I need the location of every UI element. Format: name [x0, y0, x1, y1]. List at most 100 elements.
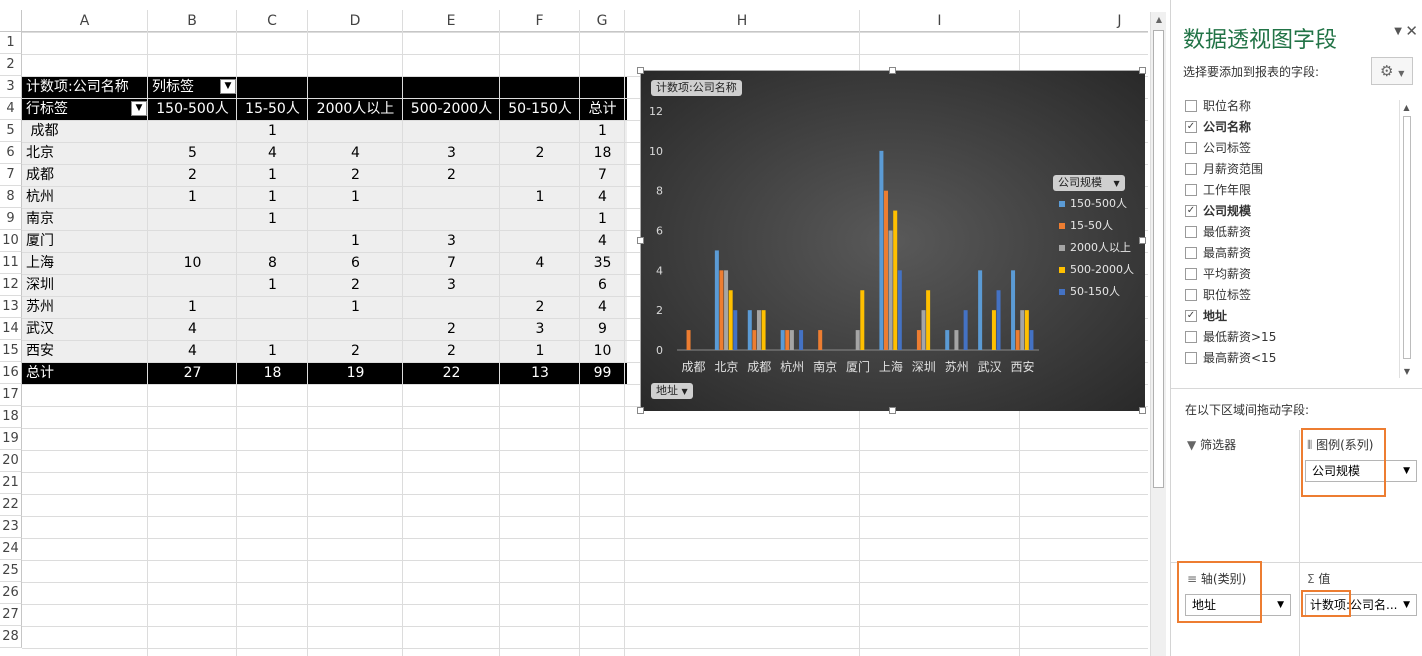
pivot-total-cell[interactable]: 22: [403, 362, 500, 384]
scroll-down-icon[interactable]: ▼: [1400, 367, 1414, 376]
column-header[interactable]: E: [403, 10, 500, 32]
row-header[interactable]: 11: [0, 252, 22, 274]
row-header[interactable]: 5: [0, 120, 22, 142]
resize-handle[interactable]: [1139, 237, 1146, 244]
field-item[interactable]: 公司标签: [1185, 138, 1251, 158]
pivot-value-cell[interactable]: 2: [308, 274, 403, 296]
pivot-value-cell[interactable]: [308, 120, 403, 142]
pivot-value-cell[interactable]: 4: [148, 318, 237, 340]
pivot-value-cell[interactable]: 1: [237, 120, 308, 142]
pivot-row-label[interactable]: 行标签: [26, 98, 68, 120]
pivot-value-cell[interactable]: 6: [308, 252, 403, 274]
pivot-value-cell[interactable]: [500, 120, 580, 142]
row-header[interactable]: 23: [0, 516, 22, 538]
pivot-total-cell[interactable]: 13: [500, 362, 580, 384]
pivot-value-cell[interactable]: [403, 296, 500, 318]
pivot-row-item[interactable]: 杭州: [26, 186, 54, 208]
field-item[interactable]: 职位标签: [1185, 285, 1251, 305]
checkbox-checked-icon[interactable]: ✓: [1185, 204, 1197, 217]
pivot-value-cell[interactable]: [403, 120, 500, 142]
pivot-row-item[interactable]: 深圳: [26, 274, 54, 296]
pivot-col-header[interactable]: 50-150人: [500, 98, 580, 120]
row-header[interactable]: 17: [0, 384, 22, 406]
pivot-value-cell[interactable]: [403, 186, 500, 208]
row-header[interactable]: 9: [0, 208, 22, 230]
row-header[interactable]: 2: [0, 54, 22, 76]
resize-handle[interactable]: [637, 237, 644, 244]
pivot-total-cell[interactable]: 19: [308, 362, 403, 384]
pivot-value-cell[interactable]: 1: [237, 274, 308, 296]
row-header[interactable]: 26: [0, 582, 22, 604]
pane-options-arrow-icon[interactable]: ▼: [1394, 26, 1402, 37]
row-header[interactable]: 13: [0, 296, 22, 318]
checkbox-icon[interactable]: [1185, 288, 1197, 301]
pivot-value-cell[interactable]: 1: [308, 296, 403, 318]
pivot-value-cell[interactable]: [148, 120, 237, 142]
bar[interactable]: [945, 330, 950, 350]
pivot-value-cell[interactable]: [500, 208, 580, 230]
row-header[interactable]: 27: [0, 604, 22, 626]
pivot-value-cell[interactable]: 1: [500, 186, 580, 208]
bar[interactable]: [1015, 330, 1020, 350]
field-list-scrollbar[interactable]: ▲ ▼: [1399, 100, 1413, 378]
pivot-value-cell[interactable]: 4: [500, 252, 580, 274]
legend-entry[interactable]: 50-150人: [1059, 283, 1134, 305]
bar[interactable]: [799, 330, 804, 350]
vertical-scrollbar[interactable]: ▲: [1150, 12, 1166, 656]
pivot-value-cell[interactable]: 10: [148, 252, 237, 274]
pivot-value-cell[interactable]: 4: [580, 186, 625, 208]
pivot-value-cell[interactable]: 1: [237, 186, 308, 208]
pivot-value-cell[interactable]: 7: [580, 164, 625, 186]
pivot-value-cell[interactable]: 3: [403, 142, 500, 164]
pivot-value-label[interactable]: 计数项:公司名称: [26, 76, 129, 98]
pivot-value-cell[interactable]: 2: [500, 296, 580, 318]
pivot-value-cell[interactable]: 1: [580, 120, 625, 142]
field-item[interactable]: 最高薪资<15: [1185, 348, 1276, 368]
row-header[interactable]: 25: [0, 560, 22, 582]
bar[interactable]: [780, 330, 785, 350]
field-item[interactable]: 工作年限: [1185, 180, 1251, 200]
pivot-total-cell[interactable]: 18: [237, 362, 308, 384]
row-header[interactable]: 3: [0, 76, 22, 98]
bar[interactable]: [785, 330, 790, 350]
row-header[interactable]: 28: [0, 626, 22, 648]
bar[interactable]: [818, 330, 823, 350]
pivot-row-item[interactable]: 北京: [26, 142, 54, 164]
checkbox-icon[interactable]: [1185, 246, 1197, 259]
field-item[interactable]: 最高薪资: [1185, 243, 1251, 263]
pivot-value-cell[interactable]: 4: [308, 142, 403, 164]
pivot-value-cell[interactable]: 3: [403, 274, 500, 296]
pivot-row-item[interactable]: 西安: [26, 340, 54, 362]
pivot-value-cell[interactable]: 6: [580, 274, 625, 296]
checkbox-icon[interactable]: [1185, 225, 1197, 238]
pivot-value-cell[interactable]: 1: [580, 208, 625, 230]
column-header[interactable]: B: [148, 10, 237, 32]
bar[interactable]: [714, 250, 719, 350]
pivot-col-label[interactable]: 列标签: [152, 76, 194, 98]
pivot-value-cell[interactable]: 1: [237, 208, 308, 230]
field-list[interactable]: 职位名称 ✓ 公司名称 公司标签 月薪资范围 工作年限 ✓ 公司规模 最低薪资 最高薪资 平均薪资职…: [1171, 96, 1419, 380]
scroll-thumb[interactable]: [1153, 30, 1164, 488]
row-header[interactable]: 10: [0, 230, 22, 252]
bar[interactable]: [897, 270, 902, 350]
pivot-value-cell[interactable]: [403, 208, 500, 230]
pivot-value-cell[interactable]: 4: [148, 340, 237, 362]
bar[interactable]: [879, 150, 884, 350]
pivot-value-cell[interactable]: 35: [580, 252, 625, 274]
bar[interactable]: [733, 310, 738, 350]
pivot-value-cell[interactable]: [148, 274, 237, 296]
pivot-value-cell[interactable]: 2: [500, 142, 580, 164]
pivot-value-cell[interactable]: 2: [308, 340, 403, 362]
row-header[interactable]: 20: [0, 450, 22, 472]
pivot-col-header[interactable]: 2000人以上: [308, 98, 403, 120]
pivot-value-cell[interactable]: 7: [403, 252, 500, 274]
pivot-value-cell[interactable]: 4: [580, 296, 625, 318]
bar[interactable]: [888, 230, 893, 351]
pivot-col-header[interactable]: 15-50人: [237, 98, 308, 120]
checkbox-icon[interactable]: [1185, 141, 1197, 154]
pivot-value-cell[interactable]: 3: [403, 230, 500, 252]
row-header[interactable]: 18: [0, 406, 22, 428]
bar[interactable]: [1029, 330, 1034, 350]
bar[interactable]: [747, 310, 752, 350]
checkbox-checked-icon[interactable]: ✓: [1185, 120, 1197, 133]
